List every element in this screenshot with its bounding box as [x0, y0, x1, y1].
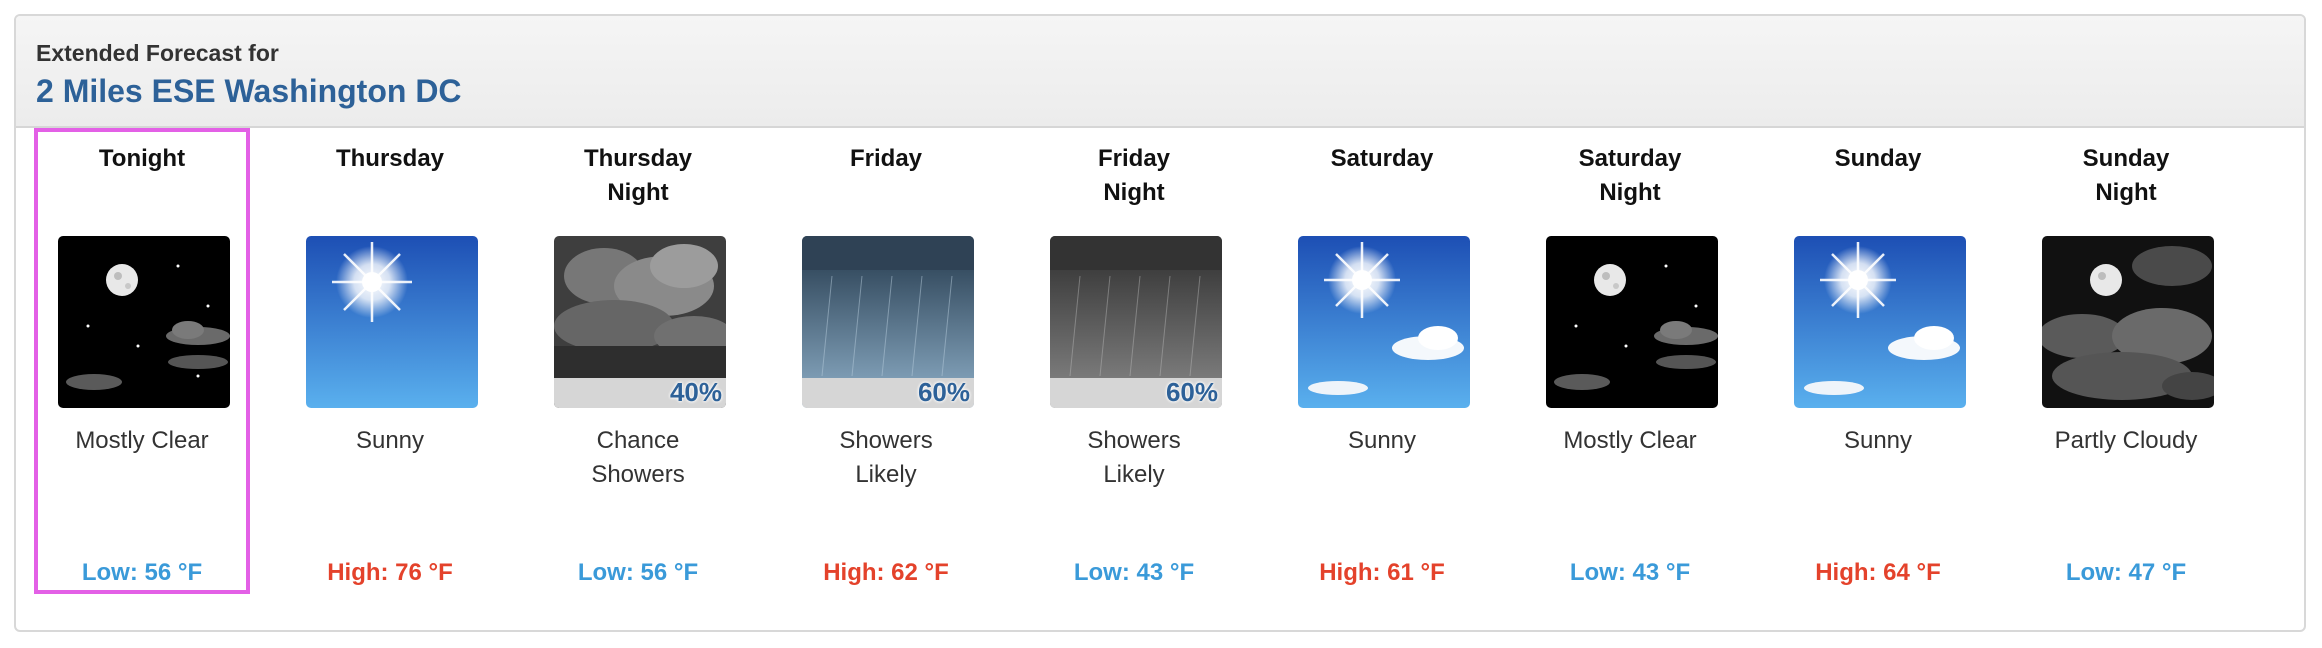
period-temperature: Low: 43 °F: [1073, 559, 1195, 586]
period-condition: Showers Likely: [839, 427, 933, 488]
period-temperature: Low: 56 °F: [577, 559, 699, 586]
period-condition: Chance Showers: [591, 427, 685, 488]
sunny-icon: [306, 236, 478, 408]
night-chance-showers-icon: 40%: [554, 236, 726, 408]
period-temperature: Low: 47 °F: [2065, 559, 2187, 586]
period-name: Tonight: [98, 145, 186, 172]
forecast-location-title: 2 Miles ESE Washington DC: [36, 73, 462, 109]
period-condition: Showers Likely: [1087, 427, 1181, 488]
period-condition: Mostly Clear: [1563, 427, 1697, 454]
forecast-period-friday[interactable]: Friday 60% Showers Likely High: 62 °F: [778, 128, 994, 594]
forecast-period-thursday-night[interactable]: Thursday Night 40% Chance Showers Low: 5…: [530, 128, 746, 594]
period-name: Friday Night: [1097, 145, 1171, 206]
night-partly-cloudy-icon: [2042, 236, 2214, 408]
forecast-period-friday-night[interactable]: Friday Night 60% Showers Likely Low: 43 …: [1026, 128, 1242, 594]
night-mostly-clear-icon: [1546, 236, 1718, 408]
period-condition: Sunny: [1843, 427, 1913, 454]
period-name: Thursday: [335, 145, 445, 172]
forecast-period-sunday[interactable]: Sunday Sunny High: 64 °F: [1770, 128, 1986, 594]
period-temperature: Low: 56 °F: [81, 559, 203, 586]
period-temperature: High: 61 °F: [1319, 559, 1445, 586]
period-name: Thursday Night: [583, 145, 693, 206]
period-condition: Mostly Clear: [75, 427, 209, 454]
precipitation-chance: 60%: [917, 377, 970, 407]
forecast-period-thursday[interactable]: Thursday Sunny High: 76 °F: [282, 128, 498, 594]
showers-likely-icon: 60%: [802, 236, 974, 408]
sunny-clouds-icon: [1298, 236, 1470, 408]
period-condition: Sunny: [1347, 427, 1417, 454]
period-temperature: High: 64 °F: [1815, 559, 1941, 586]
forecast-header: Extended Forecast for 2 Miles ESE Washin…: [16, 16, 2304, 128]
forecast-period-saturday[interactable]: Saturday Sunny High: 61 °F: [1274, 128, 1490, 594]
forecast-header-label: Extended Forecast for: [36, 40, 279, 66]
period-condition: Sunny: [355, 427, 425, 454]
period-name: Saturday: [1330, 145, 1434, 172]
period-name: Friday: [849, 145, 923, 172]
forecast-period-tonight[interactable]: Tonight Mostly Clear Low: 56 °F: [34, 128, 250, 594]
period-condition: Partly Cloudy: [2054, 427, 2198, 454]
sunny-clouds-icon: [1794, 236, 1966, 408]
forecast-period-sunday-night[interactable]: Sunday Night Partly Cloudy Low: 47 °F: [2018, 128, 2234, 594]
forecast-period-saturday-night[interactable]: Saturday Night Mostly Clear Low: 43 °F: [1522, 128, 1738, 594]
period-temperature: Low: 43 °F: [1569, 559, 1691, 586]
night-showers-likely-icon: 60%: [1050, 236, 1222, 408]
precipitation-chance: 40%: [669, 377, 722, 407]
period-name: Sunday Night: [2082, 145, 2170, 206]
period-temperature: High: 62 °F: [823, 559, 949, 586]
night-mostly-clear-icon: [58, 236, 230, 408]
precipitation-chance: 60%: [1165, 377, 1218, 407]
period-name: Saturday Night: [1578, 145, 1682, 206]
period-name: Sunday: [1834, 145, 1922, 172]
period-temperature: High: 76 °F: [327, 559, 453, 586]
